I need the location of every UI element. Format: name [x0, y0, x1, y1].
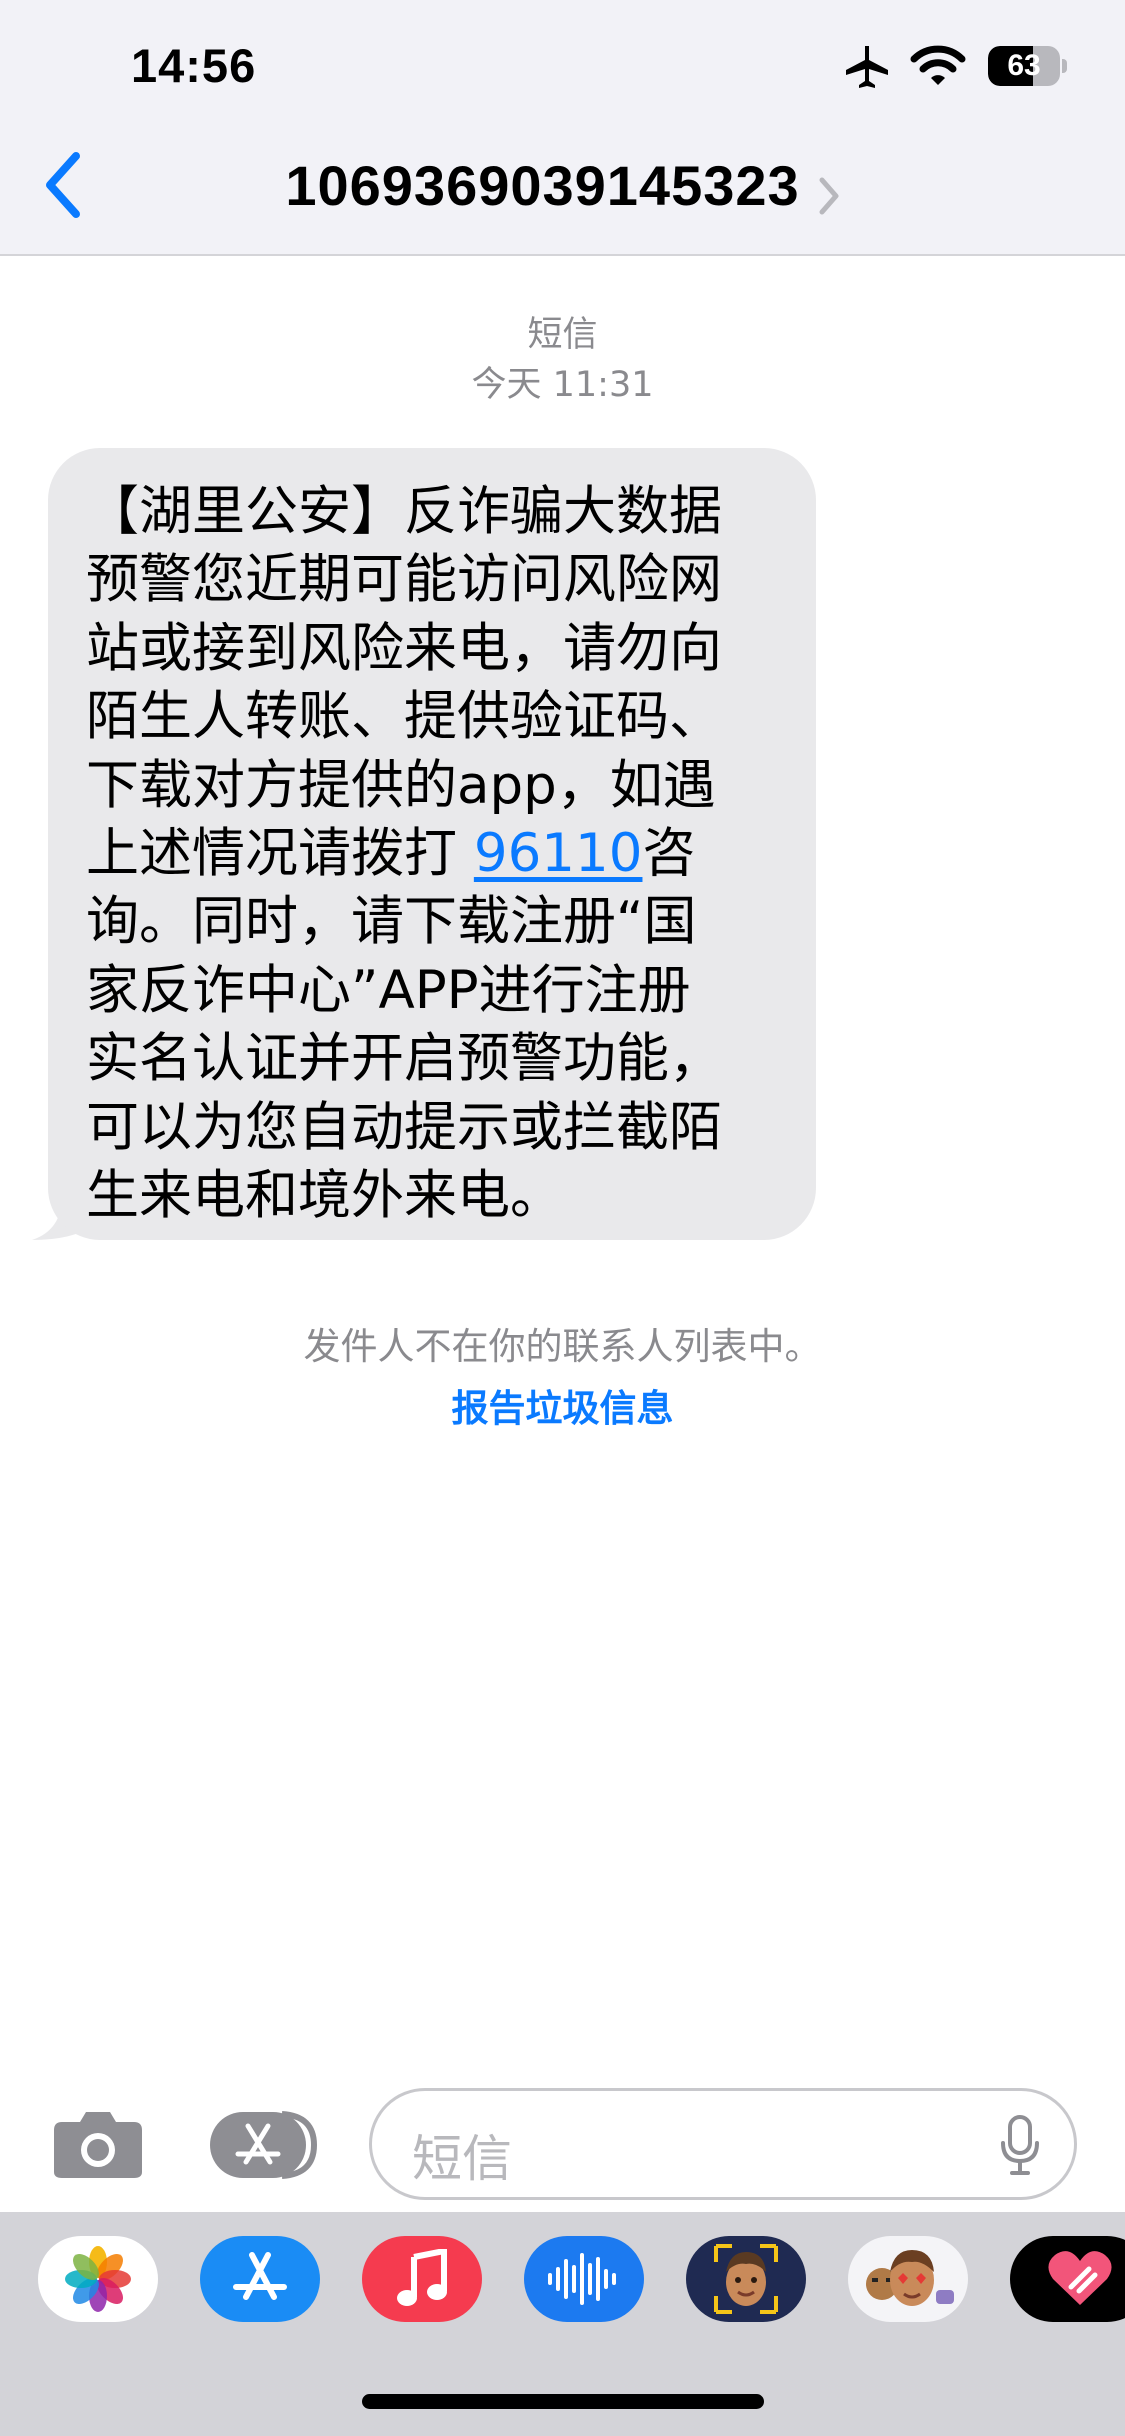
message-line: 【湖里公安】反诈骗大数据	[86, 481, 722, 542]
message-line: 询。同时，请下载注册“国	[86, 891, 697, 953]
memoji-icon	[714, 2244, 778, 2314]
chevron-right-icon	[819, 177, 839, 214]
message-line: 实名认证并开启预警功能，	[86, 1028, 722, 1090]
battery-tip	[1062, 59, 1067, 73]
message-input[interactable]: 短信	[369, 2088, 1077, 2200]
message-text: 咨	[642, 823, 696, 885]
camera-icon	[54, 2112, 142, 2178]
audio-message-icon	[548, 2253, 616, 2305]
photos-icon	[65, 2246, 131, 2312]
header-bar: 14:56 63 1069369039145323	[0, 0, 1125, 256]
app-store-app-button[interactable]	[200, 2236, 320, 2322]
report-junk-link[interactable]: 报告垃圾信息	[0, 1378, 1125, 1432]
message-line: 陌生人转账、提供验证码、	[86, 686, 722, 748]
message-line: 生来电和境外来电。	[86, 1165, 563, 1227]
message-line: 可以为您自动提示或拦截陌	[86, 1096, 722, 1158]
battery-level: 63	[1007, 49, 1041, 82]
message-line: 下载对方提供的app，如遇	[86, 754, 716, 816]
message-input-placeholder: 短信	[412, 2130, 512, 2188]
message-line: 站或接到风险来电，请勿向	[86, 617, 722, 679]
status-icons: 63	[844, 44, 1067, 88]
music-app-button[interactable]	[362, 2236, 482, 2322]
camera-button[interactable]	[52, 2110, 144, 2184]
sender-notice: 发件人不在你的联系人列表中。	[303, 1325, 822, 1368]
phone-number-link[interactable]: 96110	[474, 823, 643, 884]
status-time: 14:56	[131, 39, 257, 92]
message-line: 预警您近期可能访问风险网	[86, 549, 722, 611]
audio-message-app-button[interactable]	[524, 2236, 644, 2322]
message-timestamp: 今天 11:31	[471, 365, 654, 405]
app-store-icon	[210, 2111, 318, 2179]
memoji-app-button[interactable]	[686, 2236, 806, 2322]
microphone-icon[interactable]	[1000, 2115, 1040, 2177]
contact-header[interactable]: 1069369039145323	[0, 153, 1125, 218]
memoji-stickers-icon	[866, 2250, 954, 2306]
home-indicator[interactable]	[362, 2394, 764, 2409]
message-line: 家反诈中心”APP进行注册	[86, 959, 691, 1021]
photos-app-button[interactable]	[38, 2236, 158, 2322]
wifi-icon	[910, 45, 966, 85]
message-bubble[interactable]: 【湖里公安】反诈骗大数据 预警您近期可能访问风险网 站或接到风险来电，请勿向 陌…	[48, 448, 816, 1240]
digital-touch-icon	[1048, 2251, 1112, 2305]
message-type-label: 短信	[527, 315, 598, 355]
message-text: 上述情况请拨打	[86, 823, 474, 885]
apps-button[interactable]	[208, 2110, 318, 2184]
memoji-stickers-app-button[interactable]	[848, 2236, 968, 2322]
music-icon	[397, 2249, 447, 2306]
digital-touch-app-button[interactable]	[1010, 2236, 1125, 2322]
message-line: 上述情况请拨打 96110咨	[86, 820, 796, 888]
airplane-icon	[846, 46, 888, 88]
app-store-icon	[233, 2252, 287, 2300]
contact-number: 1069369039145323	[285, 154, 800, 217]
battery-icon: 63	[988, 46, 1060, 86]
